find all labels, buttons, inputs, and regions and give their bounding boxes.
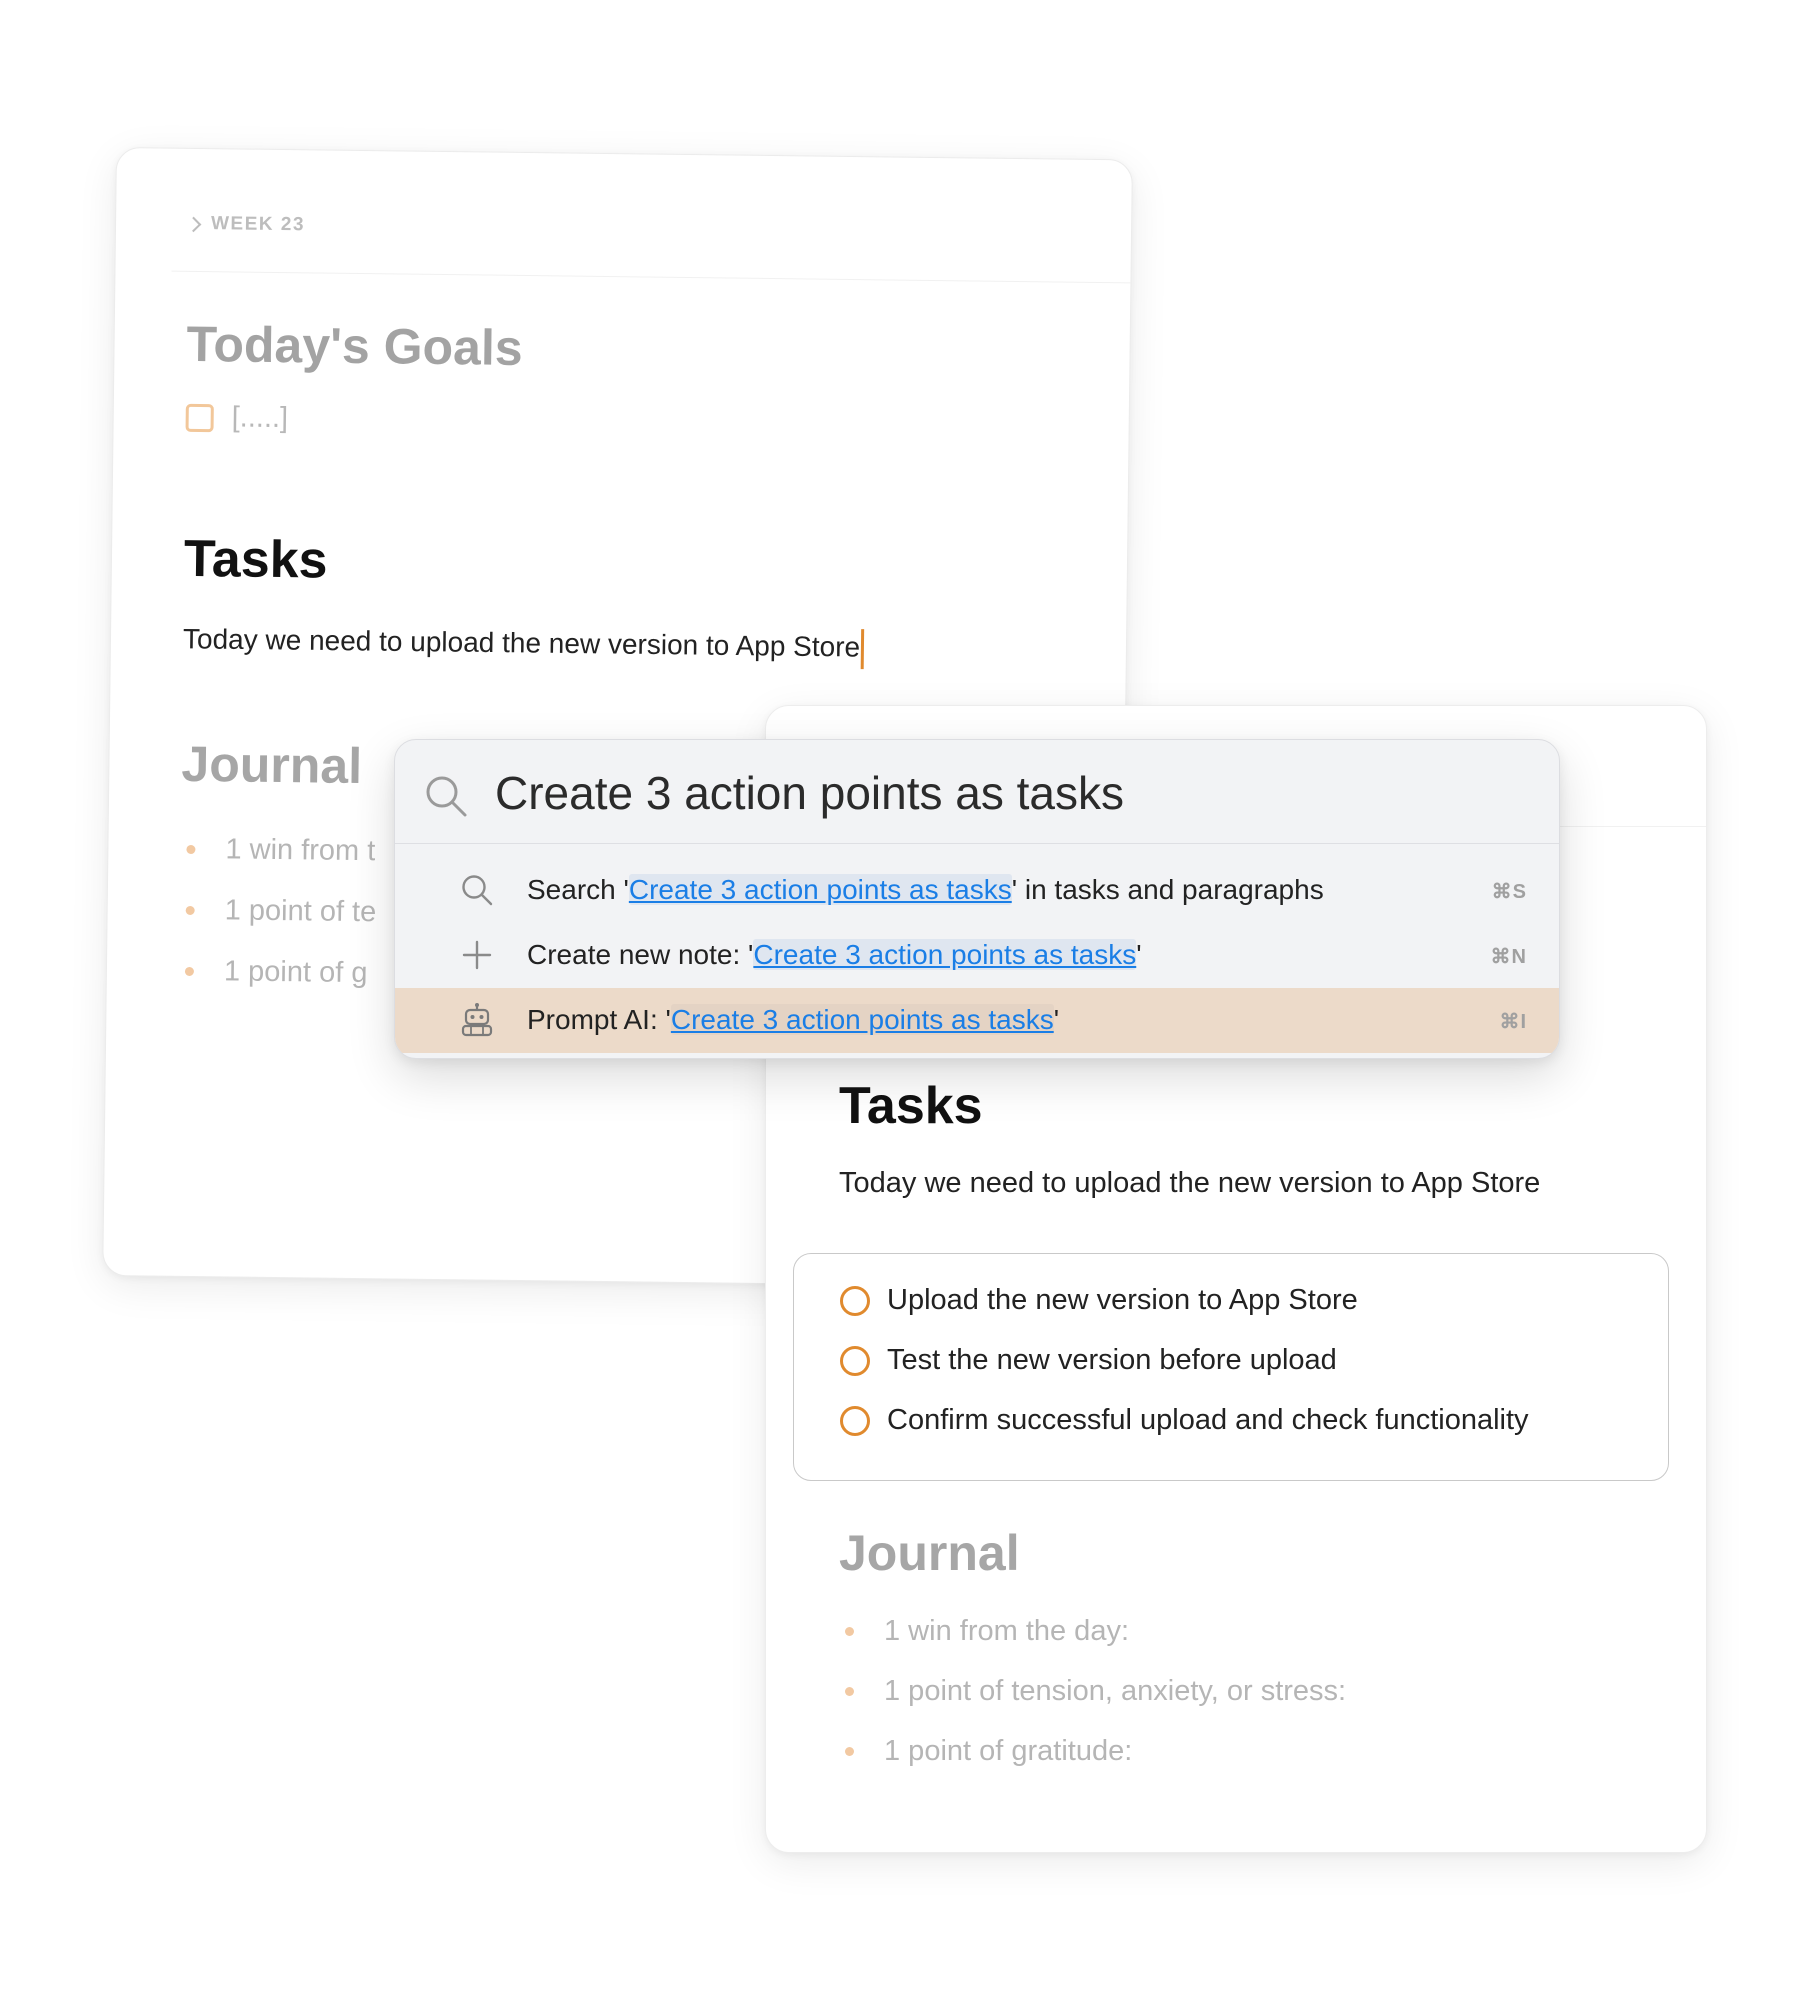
list-item[interactable]: 1 point of te (179, 880, 376, 943)
task-item[interactable]: Confirm successful upload and check func… (840, 1404, 1529, 1437)
command-query-text[interactable]: Create 3 action points as tasks (495, 766, 1124, 820)
bullet-icon (184, 966, 194, 977)
command-input[interactable]: Create 3 action points as tasks (395, 740, 1559, 844)
query-link[interactable]: Create 3 action points as tasks (670, 1004, 1054, 1035)
header-divider (171, 270, 1131, 284)
task-label: Confirm successful upload and check func… (887, 1404, 1529, 1436)
checkbox-icon[interactable] (185, 403, 214, 432)
task-item[interactable]: Test the new version before upload (840, 1344, 1337, 1377)
journal-list: 1 win from the day: 1 point of tension, … (839, 1601, 1346, 1781)
search-option[interactable]: Search 'Create 3 action points as tasks'… (395, 858, 1559, 923)
option-label: Search 'Create 3 action points as tasks'… (527, 874, 1324, 905)
shortcut-hint: ⌘S (1491, 881, 1527, 903)
list-item-label: 1 point of te (224, 894, 377, 929)
bullet-icon (845, 1686, 854, 1696)
list-item-label: 1 point of tension, anxiety, or stress: (884, 1674, 1347, 1707)
search-icon (426, 776, 467, 817)
tasks-heading: Tasks (183, 529, 328, 590)
list-item[interactable]: 1 win from t (180, 819, 377, 882)
list-item-label: 1 win from t (225, 833, 376, 868)
bullet-icon (845, 1626, 854, 1636)
list-item[interactable]: 1 win from the day: (839, 1601, 1346, 1661)
command-palette: Create 3 action points as tasks Search '… (394, 739, 1560, 1059)
task-circle-icon[interactable] (840, 1405, 870, 1436)
task-item[interactable]: Upload the new version to App Store (840, 1284, 1358, 1317)
bullet-icon (845, 1746, 854, 1756)
query-link[interactable]: Create 3 action points as tasks (753, 939, 1137, 970)
create-note-option[interactable]: Create new note: 'Create 3 action points… (395, 923, 1559, 988)
journal-heading: Journal (181, 735, 363, 795)
journal-heading: Journal (839, 1525, 1020, 1581)
goal-task[interactable]: [.....] (185, 401, 289, 435)
option-label: Create new note: 'Create 3 action points… (527, 939, 1142, 970)
journal-list: 1 win from t 1 point of te 1 point of g (179, 819, 378, 1004)
search-icon (462, 875, 493, 906)
bullet-icon (186, 844, 196, 855)
bullet-icon (185, 905, 195, 916)
tasks-paragraph-text: Today we need to upload the new version … (182, 623, 861, 663)
list-item[interactable]: 1 point of g (179, 941, 376, 1004)
query-link[interactable]: Create 3 action points as tasks (628, 874, 1012, 905)
list-item-label: 1 point of g (223, 955, 368, 990)
breadcrumb[interactable]: WEEK 23 (185, 213, 306, 236)
goal-placeholder: [.....] (231, 401, 289, 435)
tasks-paragraph[interactable]: Today we need to upload the new version … (182, 621, 865, 670)
chevron-right-icon (185, 216, 202, 232)
list-item[interactable]: 1 point of tension, anxiety, or stress: (839, 1661, 1346, 1721)
text-caret (860, 629, 865, 670)
shortcut-hint: ⌘I (1499, 1011, 1527, 1033)
list-item-label: 1 win from the day: (884, 1614, 1129, 1647)
shortcut-hint: ⌘N (1490, 946, 1527, 968)
list-item[interactable]: 1 point of gratitude: (839, 1721, 1346, 1781)
robot-icon (461, 1003, 493, 1037)
goals-heading: Today's Goals (186, 315, 523, 376)
task-label: Upload the new version to App Store (887, 1284, 1358, 1316)
prompt-ai-option[interactable]: Prompt AI: 'Create 3 action points as ta… (395, 988, 1559, 1053)
task-label: Test the new version before upload (887, 1344, 1337, 1376)
task-circle-icon[interactable] (840, 1285, 870, 1316)
option-label: Prompt AI: 'Create 3 action points as ta… (527, 1004, 1060, 1035)
breadcrumb-label: WEEK 23 (210, 213, 306, 236)
task-circle-icon[interactable] (840, 1345, 870, 1376)
list-item-label: 1 point of gratitude: (884, 1734, 1133, 1767)
tasks-heading: Tasks (839, 1077, 983, 1135)
tasks-paragraph[interactable]: Today we need to upload the new version … (839, 1167, 1540, 1200)
plus-icon (462, 940, 492, 970)
ai-generated-tasks-box: Upload the new version to App Store Test… (793, 1253, 1669, 1481)
